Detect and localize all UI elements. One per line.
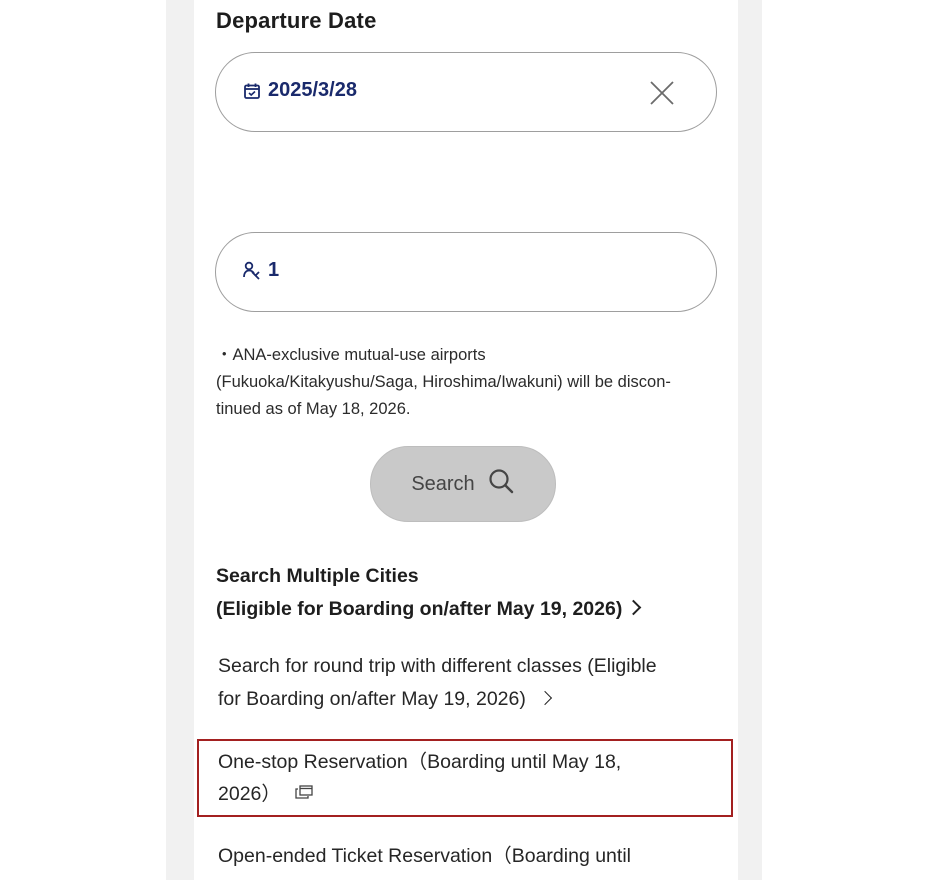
round-trip-different-classes-link[interactable]: Search for round trip with different cla…	[218, 650, 718, 716]
close-icon[interactable]	[648, 79, 676, 107]
right-gutter	[738, 0, 762, 880]
onestop-line-2-group: 2026）	[218, 778, 718, 811]
chevron-right-icon	[537, 690, 552, 706]
departure-date-field[interactable]: 2025/3/28	[215, 52, 717, 132]
search-icon	[487, 467, 515, 501]
search-multiple-cities-link[interactable]: Search Multiple Cities (Eligible for Boa…	[216, 560, 642, 626]
departure-date-title: Departure Date	[216, 8, 377, 33]
search-button[interactable]: Search	[370, 446, 556, 522]
chevron-right-icon	[626, 599, 642, 616]
multi-cities-line-2-group: (Eligible for Boarding on/after May 19, …	[216, 593, 642, 626]
notice-line-3: tinued as of May 18, 2026.	[216, 400, 411, 418]
left-gutter	[166, 0, 194, 880]
roundtrip-line-2: for Boarding on/after May 19, 2026)	[218, 688, 526, 710]
onestop-line-1: One-stop Reservation（Boarding until May …	[218, 751, 622, 773]
external-window-icon	[295, 777, 313, 809]
notice-line-2: (Fukuoka/Kitakyushu/Saga, Hiroshima/Iwak…	[216, 373, 671, 391]
calendar-icon	[242, 81, 262, 101]
multi-cities-line-2: (Eligible for Boarding on/after May 19, …	[216, 598, 623, 620]
passenger-icon	[242, 261, 262, 281]
passenger-count-value: 1	[268, 259, 280, 281]
roundtrip-line-1: Search for round trip with different cla…	[218, 655, 657, 677]
roundtrip-line-2-group: for Boarding on/after May 19, 2026)	[218, 683, 718, 716]
left-background	[0, 0, 170, 880]
airport-notice: ・ANA-exclusive mutual-use airports (Fuku…	[216, 342, 726, 423]
departure-date-value: 2025/3/28	[268, 79, 357, 101]
open-ended-ticket-reservation-link[interactable]: Open-ended Ticket Reservation（Boarding u…	[218, 840, 718, 872]
one-stop-reservation-link[interactable]: One-stop Reservation（Boarding until May …	[218, 746, 718, 811]
passenger-count-field[interactable]: 1	[215, 232, 717, 312]
notice-line-1: ・ANA-exclusive mutual-use airports	[216, 346, 486, 364]
multi-cities-line-1: Search Multiple Cities	[216, 565, 419, 587]
onestop-line-2: 2026）	[218, 783, 281, 805]
date-value-group: 2025/3/28	[242, 79, 357, 102]
search-button-label: Search	[411, 472, 475, 495]
passenger-value-group: 1	[242, 259, 279, 282]
openended-line-1: Open-ended Ticket Reservation（Boarding u…	[218, 845, 631, 867]
